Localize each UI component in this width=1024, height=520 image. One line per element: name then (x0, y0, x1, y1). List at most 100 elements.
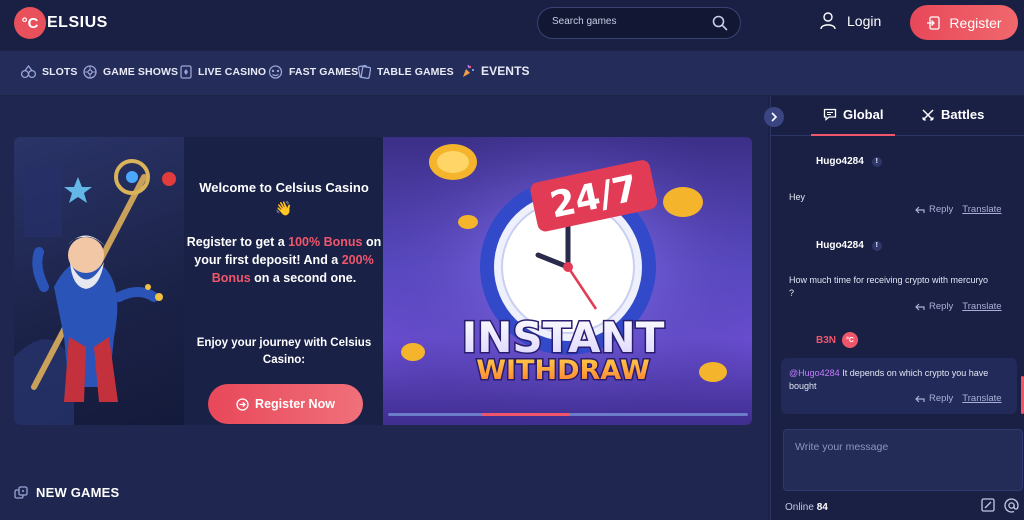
nav-label: SLOTS (42, 66, 78, 78)
message-input[interactable] (795, 441, 1010, 481)
chat-tabs: Global Battles (771, 96, 1024, 136)
fast-games-icon (268, 65, 283, 79)
username-text: B3N (816, 334, 837, 346)
nav-item-fast-games[interactable]: FAST GAMES (268, 65, 358, 79)
username-text: Hugo4284 (816, 240, 864, 251)
tab-battles[interactable]: Battles (921, 107, 984, 122)
register-now-button[interactable]: Register Now (208, 384, 363, 424)
dice-icon (14, 485, 28, 499)
mention-link[interactable]: @Hugo4284 (789, 368, 840, 378)
reply-icon (915, 395, 925, 402)
rules-icon[interactable] (981, 498, 995, 512)
active-tab-indicator (811, 134, 895, 136)
nav-label: TABLE GAMES (377, 66, 454, 78)
celsius-logo[interactable]: °C ELSIUS (14, 7, 108, 39)
username-text: Hugo4284 (816, 156, 864, 167)
chat-message-text: Hey (789, 192, 806, 202)
register-button[interactable]: Register (910, 5, 1018, 40)
tab-battles-label: Battles (941, 107, 985, 122)
journey-text: Enjoy your journey with Celsius Casino: (196, 337, 372, 366)
message-actions: Reply Translate (915, 393, 1002, 404)
register-label: Register (949, 14, 1002, 31)
welcome-text: Welcome to Celsius Casino (199, 180, 369, 195)
nav-item-game-shows[interactable]: GAME SHOWS (83, 65, 178, 79)
online-count: Online 84 (785, 502, 828, 513)
register-now-label: Register Now (255, 397, 335, 411)
nav-label: GAME SHOWS (103, 66, 179, 78)
nav-label: LIVE CASINO (198, 66, 267, 78)
collapse-chat-button[interactable] (764, 107, 784, 127)
nav-label: FAST GAMES (289, 66, 359, 78)
wave-emoji: 👋 (275, 200, 293, 216)
top-header: °C ELSIUS Login Register (0, 0, 1024, 50)
nav-item-slots[interactable]: SLOTS (21, 65, 78, 79)
mention-icon[interactable] (1004, 498, 1019, 513)
nav-item-events[interactable]: EVENTS (461, 64, 530, 78)
live-casino-icon (180, 65, 192, 79)
table-games-icon (357, 65, 371, 79)
chat-message-text: How much time for receiving crypto with … (789, 275, 989, 298)
tab-global[interactable]: Global (823, 107, 883, 122)
tab-global-label: Global (843, 107, 884, 122)
carousel-active-indicator (482, 413, 570, 416)
hero-text-block: Welcome to Celsius Casino 👋 Register to … (184, 137, 384, 425)
bonus-100: 100% Bonus (288, 235, 363, 249)
translate-link[interactable]: Translate (962, 393, 1001, 404)
logo-mark: °C (14, 7, 46, 39)
login-label: Login (847, 13, 882, 29)
reply-icon (915, 206, 925, 213)
crossed-swords-icon (921, 108, 935, 121)
chat-panel: Global Battles Hugo4284 ! Hey Reply Tran… (770, 96, 1024, 520)
welcome-heading: Welcome to Celsius Casino 👋 (184, 179, 384, 217)
user-icon (820, 12, 836, 30)
reply-label: Reply (929, 301, 954, 312)
category-nav: SLOTS GAME SHOWS LIVE CASINO FAST GAMES … (0, 51, 1024, 95)
register-now-icon (236, 397, 249, 411)
nav-item-table-games[interactable]: TABLE GAMES (357, 65, 454, 79)
new-games-label: NEW GAMES (36, 485, 120, 500)
translate-link[interactable]: Translate (962, 301, 1001, 312)
promo-text: Register to get a 100% Bonus on your fir… (184, 233, 384, 287)
login-button[interactable]: Login (820, 12, 881, 30)
celsius-badge-icon: °C (842, 332, 859, 348)
nav-item-live-casino[interactable]: LIVE CASINO (180, 65, 266, 79)
banner-line2-text: WITHDRAW (476, 355, 650, 386)
message-actions: Reply Translate (915, 204, 1002, 215)
wizard-art (14, 159, 176, 425)
instant-withdraw-art: 24/7 INSTANT WITHDRAW (383, 137, 752, 425)
events-icon (463, 64, 474, 77)
promo-part-1: Register to get a (186, 235, 289, 249)
reply-icon (915, 303, 925, 310)
reply-label: Reply (929, 393, 954, 404)
search-box[interactable] (537, 7, 741, 39)
message-actions: Reply Translate (915, 301, 1002, 312)
chat-bubble-icon (823, 108, 837, 121)
main-content: Welcome to Celsius Casino 👋 Register to … (0, 96, 768, 520)
hero-banner[interactable]: Welcome to Celsius Casino 👋 Register to … (14, 137, 752, 425)
carousel-progress[interactable] (388, 413, 748, 416)
level-badge-icon: ! (871, 240, 882, 251)
game-shows-icon (83, 65, 97, 79)
chat-username[interactable]: Hugo4284 ! (816, 156, 882, 167)
instant-withdraw-banner[interactable]: 24/7 INSTANT WITHDRAW (383, 137, 752, 425)
online-number: 84 (816, 502, 828, 513)
search-icon[interactable] (712, 15, 728, 31)
chat-username[interactable]: Hugo4284 ! (816, 240, 882, 251)
search-input[interactable] (552, 16, 702, 27)
level-badge-icon: ! (871, 156, 882, 167)
chat-message-text: @Hugo4284 It depends on which crypto you… (789, 367, 999, 393)
reply-button[interactable]: Reply (915, 393, 953, 404)
online-label: Online (785, 502, 814, 513)
reply-label: Reply (929, 204, 954, 215)
nav-label: EVENTS (481, 64, 530, 78)
reply-button[interactable]: Reply (915, 301, 953, 312)
message-composer[interactable] (783, 429, 1023, 491)
promo-part-3: on a second one. (250, 271, 357, 285)
translate-link[interactable]: Translate (962, 204, 1001, 215)
slots-icon (21, 65, 36, 79)
register-icon (927, 15, 941, 30)
chat-username[interactable]: B3N °C (816, 332, 859, 348)
new-games-heading: NEW GAMES (14, 485, 119, 500)
reply-button[interactable]: Reply (915, 204, 953, 215)
wizard-illustration (14, 137, 184, 425)
